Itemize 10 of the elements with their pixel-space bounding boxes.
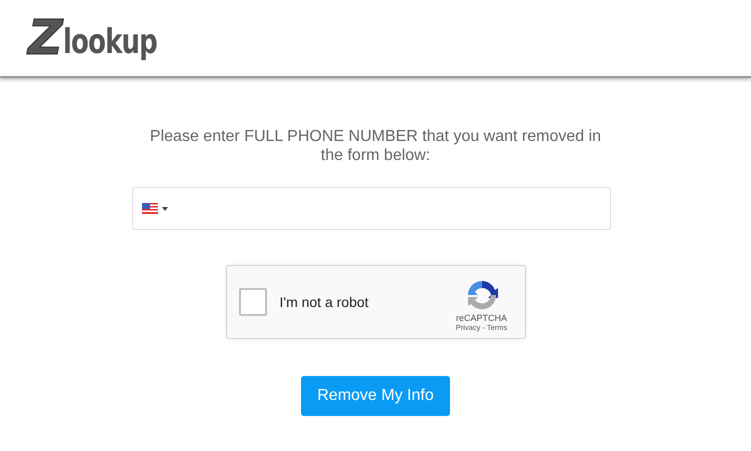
captcha-label: I'm not a robot (280, 294, 370, 310)
logo-text[interactable]: lookup (62, 25, 157, 59)
caret-icon[interactable] (162, 206, 168, 210)
recaptcha-logo-icon (466, 278, 498, 310)
instructions-text: Please enter FULL PHONE NUMBER that you want removed in the form below: (148, 127, 602, 165)
phone-input-field[interactable] (132, 187, 610, 230)
logo-mark[interactable]: Z (28, 14, 61, 62)
recaptcha-label: reCAPTCHA (456, 312, 507, 322)
flag-icon[interactable] (142, 203, 158, 214)
checkbox[interactable] (238, 288, 266, 316)
